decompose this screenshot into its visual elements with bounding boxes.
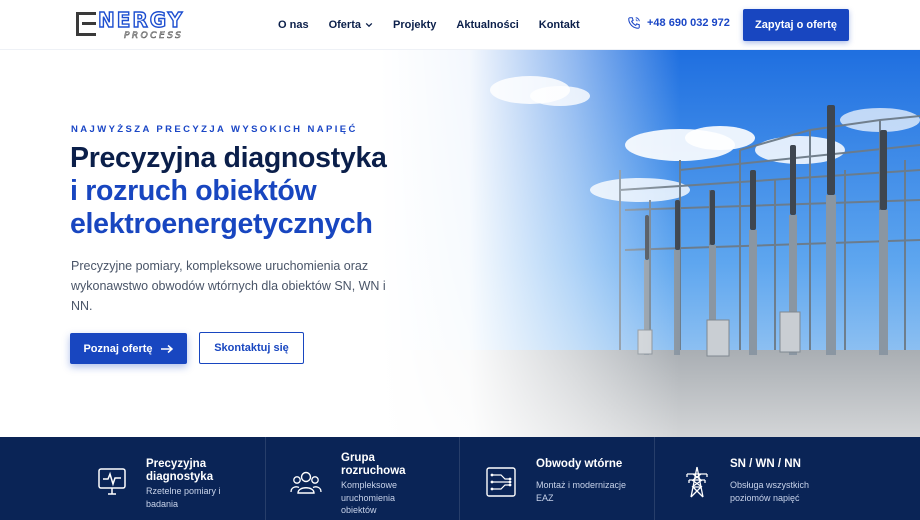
hero-section: NAJWYŻSZA PRECYZJA WYSOKICH NAPIĘĆ Precy… — [0, 50, 920, 437]
nav-item-label: Projekty — [392, 19, 437, 31]
nav-item-label: O nas — [278, 19, 309, 31]
hero-eyebrow: NAJWYŻSZA PRECYZJA WYSOKICH NAPIĘĆ — [71, 124, 358, 135]
feature-item: SN / WN / NN Obsługa wszystkich poziomów… — [655, 437, 920, 520]
logo[interactable]: NERGY PROCESS — [76, 8, 206, 42]
see-offer-button-label: Poznaj ofertę — [83, 342, 153, 355]
site-header: NERGY PROCESS O nas Oferta Projekty Aktu… — [0, 0, 920, 50]
request-offer-button[interactable]: Zapytaj o ofertę — [743, 9, 849, 41]
nav-item-label: Kontakt — [538, 19, 580, 31]
features-bar: Precyzyjna diagnostyka Rzetelne pomiary … — [0, 437, 920, 520]
logo-subtitle: PROCESS — [124, 31, 184, 42]
phone-icon — [628, 17, 640, 29]
feature-title: Obwody wtórne — [536, 458, 623, 470]
see-offer-button[interactable]: Poznaj ofertę — [70, 333, 187, 364]
chevron-down-icon — [365, 22, 373, 28]
feature-title: Precyzyjna diagnostyka — [146, 458, 214, 483]
hero-title: Precyzyjna diagnostyka i rozruch obiektó… — [70, 142, 387, 241]
feature-title: SN / WN / NN — [730, 458, 801, 470]
circuit-board-icon — [486, 467, 516, 497]
feature-desc: Obsługa wszystkich poziomów napięć — [730, 480, 810, 503]
monitor-pulse-icon — [98, 468, 126, 495]
feature-item: Obwody wtórne Montaż i modernizacje EAZ — [460, 437, 655, 520]
feature-item: Grupa rozruchowa Kompleksowe uruchomieni… — [266, 437, 460, 520]
hero-title-line-2: i rozruch obiektów — [70, 175, 317, 207]
arrow-right-icon — [160, 344, 173, 353]
feature-desc: Montaż i modernizacje EAZ — [536, 480, 627, 503]
power-tower-icon — [686, 466, 708, 498]
logo-mark-icon — [76, 12, 96, 36]
hero-title-line-1: Precyzyjna diagnostyka — [70, 142, 387, 174]
hero-lead: Precyzyjne pomiary, kompleksowe uruchomi… — [71, 259, 386, 313]
feature-item: Precyzyjna diagnostyka Rzetelne pomiary … — [0, 437, 266, 520]
phone-link[interactable]: +48 690 032 972 — [627, 16, 730, 30]
nav-item-oferta[interactable]: Oferta — [329, 19, 373, 31]
feature-title: Grupa rozruchowa — [341, 452, 406, 477]
hero-title-line-3: elektroenergetycznych — [70, 208, 373, 240]
nav-item-o-nas[interactable]: O nas — [278, 19, 309, 31]
nav-item-aktualnosci[interactable]: Aktualności — [456, 19, 518, 31]
nav-item-projekty[interactable]: Projekty — [393, 19, 436, 31]
phone-number: +48 690 032 972 — [647, 17, 730, 29]
team-icon — [290, 471, 322, 494]
nav-item-label: Oferta — [328, 19, 361, 31]
logo-word: NERGY — [97, 8, 185, 32]
nav-item-kontakt[interactable]: Kontakt — [539, 19, 580, 31]
nav-item-label: Aktualności — [456, 19, 519, 31]
hero-image-fade — [380, 50, 680, 437]
feature-desc: Rzetelne pomiary i badania — [146, 486, 221, 509]
feature-desc: Kompleksowe uruchomienia obiektów — [341, 480, 398, 515]
main-nav: O nas Oferta Projekty Aktualności Kontak… — [278, 0, 600, 50]
contact-button[interactable]: Skontaktuj się — [199, 332, 304, 364]
